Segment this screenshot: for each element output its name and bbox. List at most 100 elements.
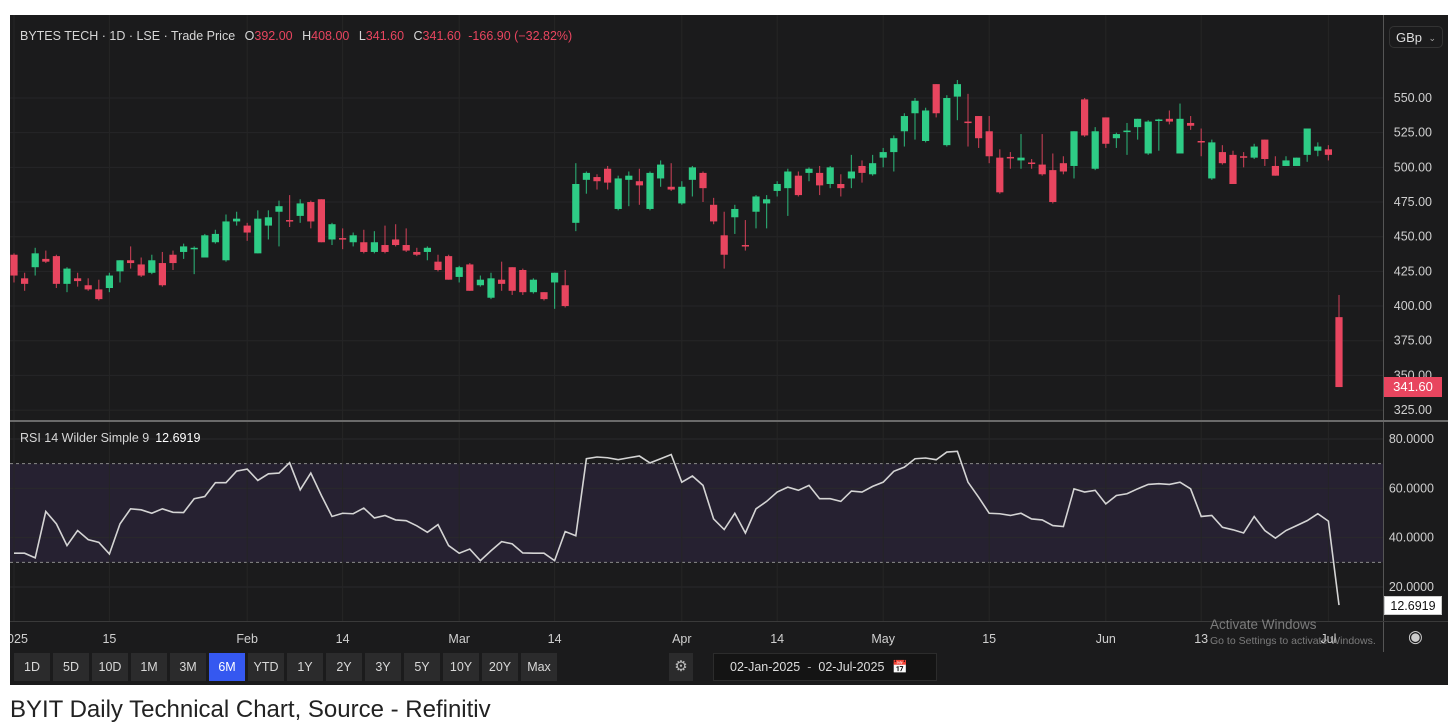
date-from: 02-Jan-2025	[730, 660, 801, 674]
chart-canvas[interactable]: 550.00 525.00 500.00 475.00 450.00 425.00 400.…	[10, 15, 1448, 685]
candle-body	[911, 100, 919, 114]
high-label: H	[302, 29, 312, 43]
range-button-2y[interactable]: 2Y	[326, 653, 362, 681]
candle	[381, 225, 389, 254]
candle-body	[1038, 164, 1046, 175]
candle-body	[540, 292, 548, 300]
range-button-20y[interactable]: 20Y	[482, 653, 518, 681]
candle-body	[932, 84, 940, 114]
time-tick-label: 15	[982, 632, 996, 646]
range-button-1m[interactable]: 1M	[131, 653, 167, 681]
candle-body	[264, 217, 272, 226]
date-range-picker[interactable]: 02-Jan-2025-02-Jul-2025 📅	[713, 653, 937, 681]
candle-body	[678, 186, 686, 204]
candle-body	[307, 202, 315, 222]
candle	[996, 149, 1004, 194]
candle	[1144, 120, 1152, 155]
candle-body	[275, 206, 283, 212]
candle	[869, 154, 877, 176]
candle	[773, 181, 781, 197]
range-button-10d[interactable]: 10D	[92, 653, 128, 681]
candle	[1049, 153, 1057, 204]
rsi-tick-label: 60.0000	[1389, 481, 1434, 495]
currency-select[interactable]: GBp ⌄	[1389, 26, 1443, 48]
candle	[582, 171, 590, 194]
candle	[42, 250, 50, 264]
open-value: 392.00	[254, 29, 293, 43]
symbol-name: BYTES TECH	[20, 29, 99, 43]
candle-body	[773, 183, 781, 191]
candle	[519, 268, 527, 295]
candle-body	[508, 267, 516, 291]
close-value: 341.60	[422, 29, 461, 43]
candle-body	[74, 278, 82, 282]
candle-body	[31, 253, 39, 268]
candle	[148, 254, 156, 275]
time-tick-label: Mar	[448, 632, 470, 646]
close-label: C	[413, 29, 423, 43]
date-separator: -	[807, 660, 812, 674]
range-button-5d[interactable]: 5D	[53, 653, 89, 681]
candle-body	[657, 164, 665, 179]
time-tick-label: Apr	[672, 632, 691, 646]
candle-body	[519, 269, 527, 293]
pane-divider[interactable]	[10, 420, 1448, 422]
candle-body	[1282, 160, 1290, 166]
candle-body	[476, 279, 484, 286]
candle-body	[688, 167, 696, 180]
candle	[1006, 152, 1014, 169]
candle	[158, 251, 166, 287]
candle	[890, 135, 898, 172]
candle	[847, 154, 855, 189]
range-button-10y[interactable]: 10Y	[443, 653, 479, 681]
range-button-1d[interactable]: 1D	[14, 653, 50, 681]
candle	[1303, 128, 1311, 162]
range-button-ytd[interactable]: YTD	[248, 653, 284, 681]
candle-body	[922, 110, 930, 141]
candle	[1017, 134, 1025, 169]
candle-body	[996, 157, 1004, 193]
candle	[678, 181, 686, 205]
candle	[1187, 116, 1195, 130]
candle-body	[794, 175, 802, 196]
candle-body	[95, 289, 103, 300]
candle-body	[243, 225, 251, 233]
candle-body	[317, 199, 325, 243]
candle-body	[1049, 170, 1057, 203]
range-settings-gear-icon[interactable]: ⚙	[669, 653, 693, 681]
candle-body	[434, 261, 442, 270]
candle-body	[1165, 118, 1173, 122]
candle	[180, 243, 188, 259]
open-label: O	[244, 29, 255, 43]
candle	[1038, 134, 1046, 176]
range-button-3m[interactable]: 3M	[170, 653, 206, 681]
range-button-max[interactable]: Max	[521, 653, 557, 681]
candle	[296, 199, 304, 223]
chevron-down-icon: ⌄	[1428, 33, 1436, 43]
range-button-6m[interactable]: 6M	[209, 653, 245, 681]
price-tick-label: 325.00	[1394, 403, 1432, 417]
candle-body	[1314, 146, 1322, 151]
figure-caption: BYIT Daily Technical Chart, Source - Ref…	[10, 696, 491, 723]
candle	[964, 93, 972, 147]
range-button-5y[interactable]: 5Y	[404, 653, 440, 681]
candle-body	[10, 254, 18, 276]
candle	[604, 165, 612, 190]
candle	[572, 163, 580, 232]
candle	[551, 272, 559, 309]
candle-body	[63, 268, 71, 284]
change-value: -166.90	[468, 29, 511, 43]
range-button-1y[interactable]: 1Y	[287, 653, 323, 681]
chart-settings-icon[interactable]: ◉	[1408, 627, 1423, 647]
price-tick-label: 550.00	[1394, 91, 1432, 105]
high-value: 408.00	[311, 29, 350, 43]
candle-body	[826, 167, 834, 184]
candle-body	[816, 172, 824, 186]
candle-body	[551, 272, 559, 283]
time-tick-label: May	[871, 632, 895, 646]
range-button-3y[interactable]: 3Y	[365, 653, 401, 681]
candle	[699, 171, 707, 203]
candle-body	[328, 224, 336, 240]
axis-divider	[1383, 15, 1384, 652]
candle-body	[710, 204, 718, 222]
